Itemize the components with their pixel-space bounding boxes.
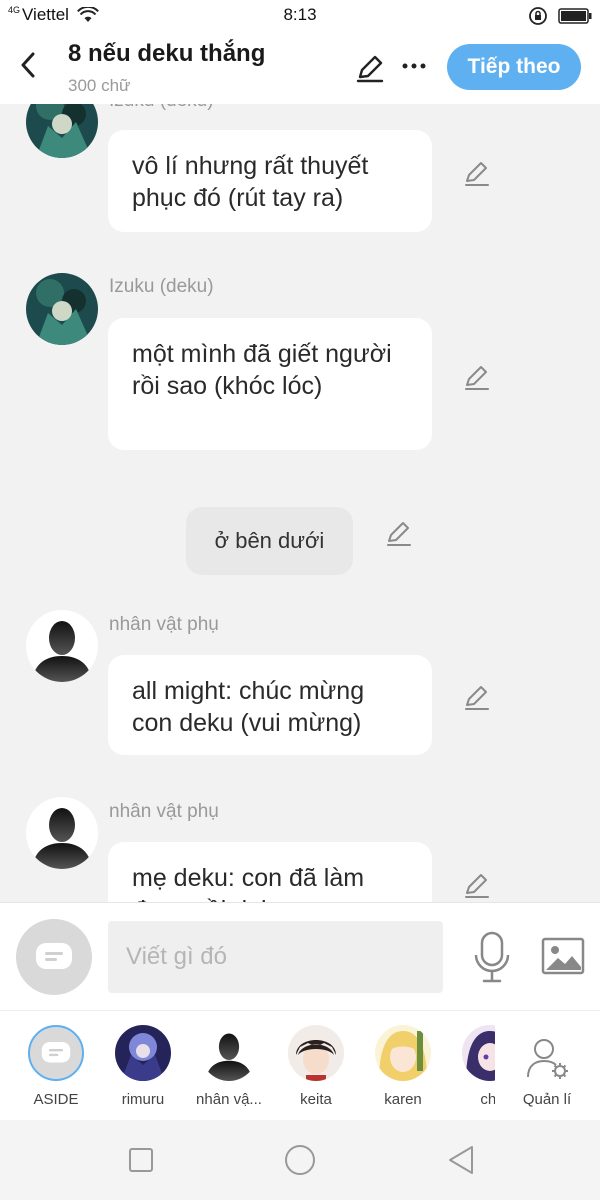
- character-label: chi: [480, 1091, 495, 1108]
- avatar[interactable]: [26, 610, 98, 682]
- avatar: [288, 1025, 344, 1081]
- chat-area[interactable]: Izuku (deku) vô lí nhưng rất thuyết phục…: [0, 104, 600, 902]
- silhouette-avatar-image: [26, 797, 98, 869]
- avatar[interactable]: [26, 797, 98, 869]
- rotation-lock-icon: [529, 7, 547, 25]
- aside-toggle-button[interactable]: [16, 919, 92, 995]
- message-bubble[interactable]: vô lí nhưng rất thuyết phục đó (rút tay …: [108, 130, 432, 232]
- character-aside[interactable]: ASIDE: [11, 1011, 101, 1120]
- back-nav-icon[interactable]: [444, 1142, 480, 1178]
- system-nav-bar: [0, 1120, 600, 1200]
- image-icon[interactable]: [541, 937, 585, 977]
- message-input[interactable]: [108, 921, 443, 993]
- back-button[interactable]: [14, 50, 42, 80]
- user-settings-icon: [527, 1039, 568, 1079]
- aside-chat-icon: [41, 1041, 71, 1063]
- avatar: [115, 1025, 171, 1081]
- edit-pencil-icon[interactable]: [462, 870, 492, 900]
- battery-icon: [558, 8, 592, 24]
- character-chi[interactable]: chi: [445, 1011, 495, 1120]
- character-rimuru[interactable]: rimuru: [98, 1011, 188, 1120]
- chi-avatar-image: [462, 1025, 495, 1081]
- recent-apps-icon[interactable]: [123, 1142, 159, 1178]
- next-button[interactable]: Tiếp theo: [447, 44, 581, 90]
- chevron-left-icon: [21, 52, 35, 78]
- character-label: nhân vậ...: [196, 1091, 262, 1108]
- character-name: Izuku (deku): [109, 104, 214, 112]
- avatar[interactable]: [26, 104, 98, 158]
- story-title: 8 nếu deku thắng: [68, 40, 266, 67]
- karen-avatar-image: [375, 1025, 431, 1081]
- character-name: nhân vật phụ: [109, 614, 219, 635]
- edit-pencil-icon[interactable]: [384, 518, 414, 548]
- message-bubble[interactable]: all might: chúc mừng con deku (vui mừng): [108, 655, 432, 755]
- more-options-icon[interactable]: [400, 52, 428, 80]
- aside-chat-icon: [36, 943, 72, 969]
- composer: [0, 902, 600, 1010]
- character-bar: ASIDE rimuru nhân vậ... keita karen c Qu…: [0, 1010, 600, 1120]
- silhouette-avatar-image: [201, 1025, 257, 1081]
- deku-avatar-image: [26, 273, 98, 345]
- character-name: nhân vật phụ: [109, 801, 219, 822]
- edit-pencil-icon[interactable]: [462, 682, 492, 712]
- edit-title-pencil-icon[interactable]: [354, 52, 386, 84]
- avatar: [462, 1025, 495, 1081]
- manage-characters-button[interactable]: Quản lí: [502, 1011, 592, 1120]
- edit-pencil-icon[interactable]: [462, 158, 492, 188]
- aside-avatar: [28, 1025, 84, 1081]
- character-keita[interactable]: keita: [271, 1011, 361, 1120]
- message-bubble[interactable]: mẹ deku: con đã làm được rồi deku: [108, 842, 432, 902]
- character-nhan-vat-phu[interactable]: nhân vậ...: [184, 1011, 274, 1120]
- aside-bubble[interactable]: ở bên dưới: [186, 507, 353, 575]
- deku-avatar-image: [26, 104, 98, 158]
- edit-pencil-icon[interactable]: [462, 362, 492, 392]
- character-label: keita: [300, 1091, 332, 1108]
- character-name: Izuku (deku): [109, 276, 214, 297]
- rimuru-avatar-image: [115, 1025, 171, 1081]
- clock: 8:13: [283, 5, 317, 24]
- character-label: karen: [384, 1091, 422, 1108]
- microphone-icon[interactable]: [472, 931, 512, 983]
- character-label: Quản lí: [522, 1091, 572, 1108]
- editor-header: 8 nếu deku thắng 300 chữ Tiếp theo: [0, 32, 600, 104]
- avatar[interactable]: [26, 273, 98, 345]
- avatar: [201, 1025, 257, 1081]
- character-label: rimuru: [121, 1091, 165, 1108]
- keita-avatar-image: [288, 1025, 344, 1081]
- status-bar: 4G Viettel 8:13: [0, 0, 600, 32]
- silhouette-avatar-image: [26, 610, 98, 682]
- character-karen[interactable]: karen: [358, 1011, 448, 1120]
- home-icon[interactable]: [282, 1142, 318, 1178]
- character-label: ASIDE: [33, 1091, 79, 1108]
- word-count: 300 chữ: [68, 76, 131, 95]
- message-bubble[interactable]: một mình đã giết người rồi sao (khóc lóc…: [108, 318, 432, 450]
- avatar: [375, 1025, 431, 1081]
